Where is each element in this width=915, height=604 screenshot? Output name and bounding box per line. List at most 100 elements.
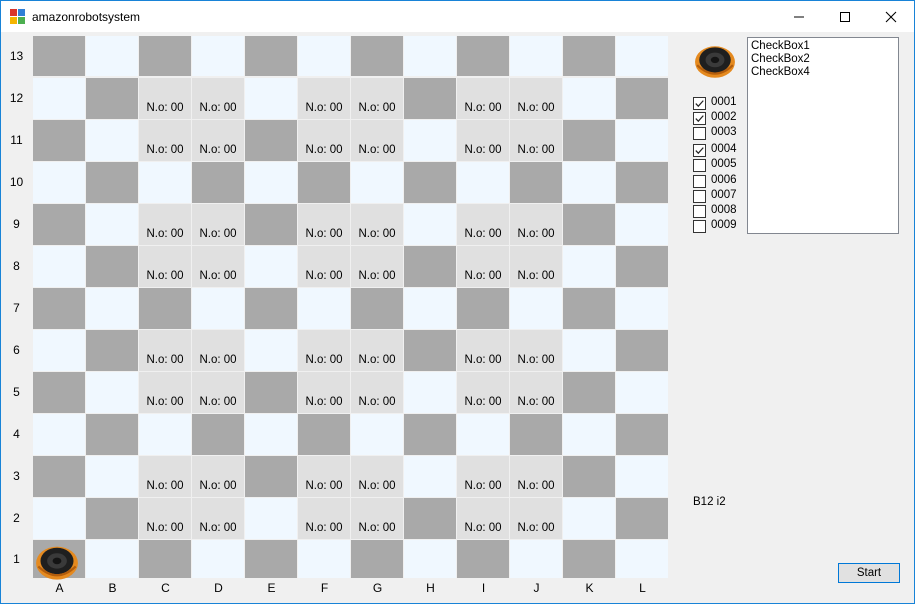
checkbox-label: 0005: [711, 158, 737, 170]
minimize-icon: [794, 16, 804, 18]
robot-checkbox-0001[interactable]: 0001: [693, 96, 753, 111]
grid-cell-J2: N.o: 00: [510, 498, 562, 539]
shelf-count-label: N.o: 00: [517, 522, 555, 534]
grid-cell-C9: N.o: 00: [139, 204, 191, 245]
minimize-button[interactable]: [776, 1, 822, 32]
grid-cell-F4: [298, 414, 350, 455]
checkbox-label: 0009: [711, 219, 737, 231]
grid-cell-G9: N.o: 00: [351, 204, 403, 245]
row-label: 10: [9, 175, 24, 189]
column-label: F: [320, 581, 329, 595]
grid-cell-F10: [298, 162, 350, 203]
checkbox-checked-icon[interactable]: [693, 144, 706, 157]
grid-cell-L10: [616, 162, 668, 203]
robot-checkbox-0009[interactable]: 0009: [693, 219, 753, 234]
checkbox-label: 0007: [711, 189, 737, 201]
robot-vacuum-icon: [36, 546, 78, 580]
grid-cell-A11: [33, 120, 85, 161]
listbox-item[interactable]: CheckBox1: [751, 40, 898, 53]
grid-cell-H3: [404, 456, 456, 497]
grid-cell-A10: [33, 162, 85, 203]
grid-cell-F7: [298, 288, 350, 329]
grid-cell-K11: [563, 120, 615, 161]
maximize-icon: [840, 12, 850, 22]
robot-checkbox-0002[interactable]: 0002: [693, 111, 753, 126]
grid-cell-D4: [192, 414, 244, 455]
grid-cell-G6: N.o: 00: [351, 330, 403, 371]
shelf-count-label: N.o: 00: [305, 396, 343, 408]
checkbox-empty-icon[interactable]: [693, 205, 706, 218]
grid-cell-G8: N.o: 00: [351, 246, 403, 287]
grid-cell-H5: [404, 372, 456, 413]
grid-cell-G2: N.o: 00: [351, 498, 403, 539]
grid-cell-H9: [404, 204, 456, 245]
grid-cell-L1: [616, 540, 668, 578]
checkbox-empty-icon[interactable]: [693, 127, 706, 140]
checkbox-empty-icon[interactable]: [693, 175, 706, 188]
robot-checkbox-0004[interactable]: 0004: [693, 143, 753, 158]
shelf-count-label: N.o: 00: [146, 228, 184, 240]
grid-cell-E12: [245, 78, 297, 119]
shelf-count-label: N.o: 00: [199, 144, 237, 156]
close-button[interactable]: [868, 1, 914, 32]
grid-cell-L12: [616, 78, 668, 119]
grid-cell-I7: [457, 288, 509, 329]
checkbox-checked-icon[interactable]: [693, 97, 706, 110]
shelf-count-label: N.o: 00: [464, 144, 502, 156]
robot-checkbox-0006[interactable]: 0006: [693, 174, 753, 189]
grid-cell-C8: N.o: 00: [139, 246, 191, 287]
shelf-count-label: N.o: 00: [517, 102, 555, 114]
grid-cell-K3: [563, 456, 615, 497]
robot-checkbox-0008[interactable]: 0008: [693, 204, 753, 219]
shelf-count-label: N.o: 00: [358, 354, 396, 366]
robot-checkbox-0003[interactable]: 0003: [693, 126, 753, 141]
row-label: 3: [13, 469, 20, 483]
grid-cell-C11: N.o: 00: [139, 120, 191, 161]
robot-checkbox-0005[interactable]: 0005: [693, 158, 753, 173]
grid-cell-K6: [563, 330, 615, 371]
shelf-count-label: N.o: 00: [305, 144, 343, 156]
grid-cell-F5: N.o: 00: [298, 372, 350, 413]
row-label: 5: [13, 385, 20, 399]
shelf-count-label: N.o: 00: [358, 480, 396, 492]
maximize-button[interactable]: [822, 1, 868, 32]
grid-cell-A3: [33, 456, 85, 497]
grid-cell-F8: N.o: 00: [298, 246, 350, 287]
grid-cell-I1: [457, 540, 509, 578]
start-button[interactable]: Start: [838, 563, 900, 583]
shelf-count-label: N.o: 00: [358, 102, 396, 114]
shelf-count-label: N.o: 00: [358, 270, 396, 282]
robot-checkbox-0007[interactable]: 0007: [693, 189, 753, 204]
grid-cell-G13: [351, 36, 403, 76]
listbox-item[interactable]: CheckBox4: [751, 66, 898, 79]
checkbox-empty-icon[interactable]: [693, 190, 706, 203]
checkbox-label: 0004: [711, 143, 737, 155]
grid-cell-E1: [245, 540, 297, 578]
grid-cell-C13: [139, 36, 191, 76]
grid-cell-E13: [245, 36, 297, 76]
grid-cell-K7: [563, 288, 615, 329]
row-label: 13: [9, 48, 24, 63]
grid-cell-B12: [86, 78, 138, 119]
shelf-count-label: N.o: 00: [199, 396, 237, 408]
checkbox-checked-icon[interactable]: [693, 112, 706, 125]
grid-cell-I4: [457, 414, 509, 455]
grid-cell-B4: [86, 414, 138, 455]
shelf-count-label: N.o: 00: [305, 354, 343, 366]
shelf-count-label: N.o: 00: [199, 354, 237, 366]
checkbox-empty-icon[interactable]: [693, 159, 706, 172]
shelf-count-label: N.o: 00: [305, 480, 343, 492]
checkbox-empty-icon[interactable]: [693, 220, 706, 233]
grid-cell-A4: [33, 414, 85, 455]
column-label: H: [426, 581, 435, 595]
selected-robots-listbox[interactable]: CheckBox1 CheckBox2 CheckBox4: [747, 37, 899, 234]
grid-cell-D1: [192, 540, 244, 578]
grid-cell-D8: N.o: 00: [192, 246, 244, 287]
grid-cell-L11: [616, 120, 668, 161]
shelf-count-label: N.o: 00: [358, 144, 396, 156]
robot-marker[interactable]: [35, 540, 79, 587]
grid-cell-D5: N.o: 00: [192, 372, 244, 413]
checkmark-icon: [695, 115, 704, 123]
grid-cell-L13: [616, 36, 668, 76]
listbox-item[interactable]: CheckBox2: [751, 53, 898, 66]
